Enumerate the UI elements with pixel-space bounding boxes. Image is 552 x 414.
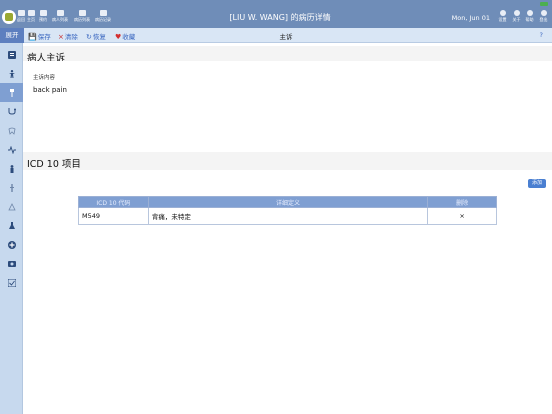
save-button[interactable]: 💾保存 <box>28 31 51 41</box>
vitals-icon <box>8 146 16 154</box>
section-title: 主诉 <box>279 33 293 41</box>
col-header-delete: 删除 <box>427 196 497 208</box>
sidebar-item-imaging[interactable] <box>0 254 23 273</box>
settings-button[interactable]: 设置 <box>496 10 509 23</box>
sidebar-item-chart[interactable] <box>0 45 23 64</box>
info-icon <box>526 10 533 16</box>
icd-code-cell: M549 <box>78 207 149 225</box>
sidebar-item-complaint[interactable] <box>0 83 23 102</box>
record-entry-button[interactable]: 病历记录 <box>94 10 112 26</box>
app-root: 返回 主页 预约 病人列表 病历列表 病历记录 [LIU W. WANG] 的病… <box>0 0 552 414</box>
sidebar-item-lab[interactable] <box>0 216 23 235</box>
patients-icon <box>56 10 64 16</box>
plus-icon <box>8 241 16 249</box>
calendar-icon <box>39 10 47 16</box>
icd-section-header: ICD 10 项目 <box>23 152 552 170</box>
clear-button[interactable]: ×清除 <box>58 31 78 41</box>
complaint-panel <box>23 61 552 156</box>
sidebar-item-exam[interactable] <box>0 102 23 121</box>
restore-icon: ↻ <box>86 33 92 41</box>
sidebar-item-add[interactable] <box>0 235 23 254</box>
page-title: [LIU W. WANG] 的病历详情 <box>229 13 331 22</box>
stethoscope-icon <box>8 108 16 115</box>
about-button[interactable]: 关于 <box>510 10 523 23</box>
sidebar-item-injection[interactable] <box>0 178 23 197</box>
delete-row-button[interactable]: × <box>427 207 497 225</box>
action-toolbar: 展开 💾保存 ×清除 ↻恢复 ♥收藏 主诉 ? <box>0 28 552 43</box>
records-list-button[interactable]: 病历列表 <box>73 10 91 26</box>
chart-icon <box>8 51 16 59</box>
main-content: 病人主诉 主诉内容 back pain ICD 10 项目 添加 ICD 10 … <box>23 43 552 414</box>
scale-icon <box>8 203 16 211</box>
sidebar-item-body[interactable] <box>0 64 23 83</box>
figure-icon <box>10 165 14 173</box>
icd-definition-cell: 背痛，未特定 <box>147 207 429 225</box>
col-header-code: ICD 10 代码 <box>78 196 149 208</box>
complaint-text-field[interactable]: back pain <box>33 86 67 94</box>
sidebar-item-figure[interactable] <box>0 159 23 178</box>
favorite-button[interactable]: ♥收藏 <box>115 31 135 41</box>
date-display: Mon, Jun 01 <box>451 14 490 22</box>
injection-icon <box>10 184 14 192</box>
icd-header-row: ICD 10 代码 详细定义 删除 <box>78 196 497 208</box>
sidebar-item-scale[interactable] <box>0 197 23 216</box>
battery-status-icon <box>540 2 548 6</box>
clear-icon: × <box>58 33 64 41</box>
logout-button[interactable]: 登出 <box>537 10 550 23</box>
body-icon <box>9 70 15 78</box>
patient-list-button[interactable]: 病人列表 <box>51 10 69 26</box>
sidebar-item-dental[interactable] <box>0 121 23 140</box>
help-nav-button[interactable]: 帮助 <box>523 10 536 23</box>
top-navigation-bar: 返回 主页 预约 病人列表 病历列表 病历记录 [LIU W. WANG] 的病… <box>0 0 552 28</box>
sidebar <box>0 43 23 414</box>
logout-icon <box>540 10 547 16</box>
restore-button[interactable]: ↻恢复 <box>86 31 106 41</box>
pulse-icon <box>10 89 14 97</box>
list-icon <box>513 10 520 16</box>
person-icon <box>99 10 107 16</box>
add-icd-button[interactable]: 添加 <box>528 179 546 188</box>
heart-icon: ♥ <box>115 33 122 41</box>
help-button[interactable]: ? <box>540 31 543 39</box>
flask-icon <box>9 222 15 229</box>
records-icon <box>78 10 86 16</box>
gear-icon <box>499 10 506 16</box>
appointments-button[interactable]: 预约 <box>34 10 52 26</box>
sidebar-item-checklist[interactable] <box>0 273 23 292</box>
check-icon <box>8 279 16 287</box>
icd-table: ICD 10 代码 详细定义 删除 M549 背痛，未特定 × <box>78 196 497 225</box>
table-row[interactable]: M549 背痛，未特定 × <box>78 207 497 225</box>
expand-button[interactable]: 展开 <box>0 28 24 43</box>
sidebar-item-vitals[interactable] <box>0 140 23 159</box>
icd-heading: ICD 10 项目 <box>27 159 81 170</box>
col-header-definition: 详细定义 <box>147 196 429 208</box>
image-icon <box>8 261 16 267</box>
teeth-icon <box>8 127 16 135</box>
save-icon: 💾 <box>28 33 37 41</box>
complaint-label: 主诉内容 <box>33 75 56 81</box>
